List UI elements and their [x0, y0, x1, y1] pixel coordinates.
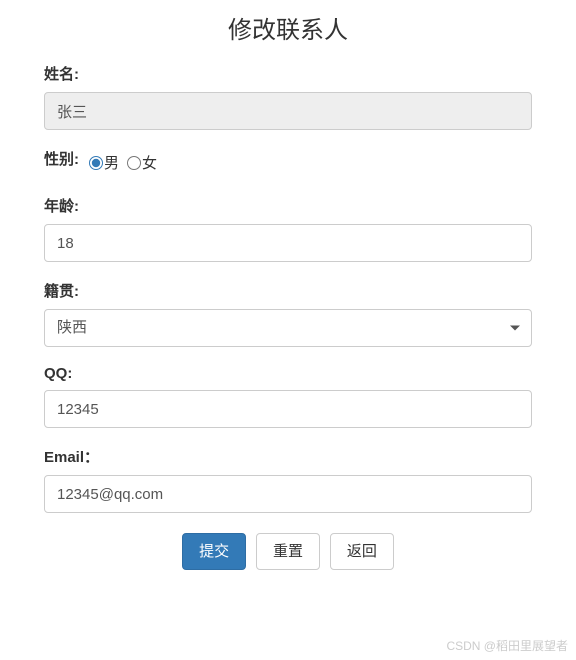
- page-title: 修改联系人: [44, 10, 532, 45]
- reset-button[interactable]: 重置: [256, 533, 320, 570]
- watermark: CSDN @稻田里展望者: [446, 637, 568, 654]
- gender-male-radio[interactable]: [89, 156, 103, 170]
- gender-male-option[interactable]: 男: [89, 152, 119, 173]
- qq-input[interactable]: [44, 390, 532, 428]
- edit-contact-form: 修改联系人 姓名: 性别: 男 女 年龄: 籍贯: 陕西 QQ: Email：: [0, 10, 576, 570]
- submit-button[interactable]: 提交: [182, 533, 246, 570]
- origin-label: 籍贯:: [44, 280, 532, 301]
- gender-male-text: 男: [104, 152, 119, 173]
- back-button[interactable]: 返回: [330, 533, 394, 570]
- email-label: Email：: [44, 446, 532, 467]
- gender-group: 性别: 男 女: [44, 148, 532, 177]
- age-label: 年龄:: [44, 195, 532, 216]
- qq-group: QQ:: [44, 365, 532, 428]
- email-group: Email：: [44, 446, 532, 513]
- origin-select-wrapper: 陕西: [44, 309, 532, 347]
- gender-female-text: 女: [142, 152, 157, 173]
- origin-select[interactable]: 陕西: [44, 309, 532, 347]
- origin-group: 籍贯: 陕西: [44, 280, 532, 347]
- name-label: 姓名:: [44, 63, 532, 84]
- button-row: 提交 重置 返回: [44, 533, 532, 570]
- gender-label: 性别:: [44, 148, 79, 169]
- gender-female-radio[interactable]: [127, 156, 141, 170]
- name-input[interactable]: [44, 92, 532, 130]
- gender-female-option[interactable]: 女: [127, 152, 157, 173]
- age-group: 年龄:: [44, 195, 532, 262]
- name-group: 姓名:: [44, 63, 532, 130]
- email-input[interactable]: [44, 475, 532, 513]
- age-input[interactable]: [44, 224, 532, 262]
- qq-label: QQ:: [44, 365, 532, 382]
